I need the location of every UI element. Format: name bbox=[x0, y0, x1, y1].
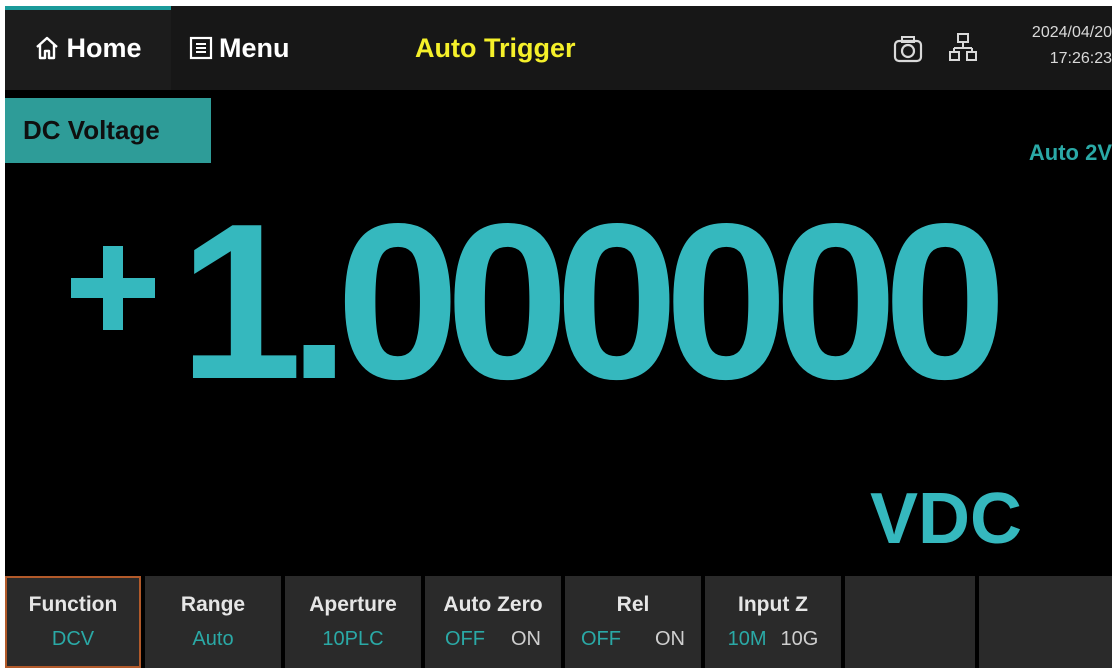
network-icon bbox=[949, 33, 977, 61]
reading-value: 1.000000 bbox=[179, 178, 1007, 426]
softkey-function[interactable]: Function DCV bbox=[5, 576, 141, 668]
home-label: Home bbox=[66, 32, 142, 63]
softkey-rel[interactable]: Rel OFF ON bbox=[565, 576, 701, 668]
softkey-label: Auto Zero bbox=[443, 593, 543, 616]
reading-sign bbox=[63, 238, 163, 338]
softkey-label: Rel bbox=[616, 593, 650, 616]
option-off: OFF bbox=[445, 628, 485, 650]
time-text: 17:26:23 bbox=[1049, 50, 1112, 67]
trigger-mode[interactable]: Auto Trigger bbox=[415, 6, 576, 90]
date-text: 2024/04/20 bbox=[1031, 24, 1112, 41]
option-off: OFF bbox=[581, 628, 621, 650]
unit-label: VDC bbox=[869, 479, 1022, 559]
datetime: 2024/04/20 17:26:23 bbox=[990, 20, 1112, 80]
softkey-range[interactable]: Range Auto bbox=[145, 576, 281, 668]
softkey-label: Aperture bbox=[309, 593, 397, 616]
softkey-auto-zero[interactable]: Auto Zero OFF ON bbox=[425, 576, 561, 668]
softkey-label: Range bbox=[180, 593, 246, 616]
softkey-input-z[interactable]: Input Z 10M 10G bbox=[705, 576, 841, 668]
softkey-empty-2[interactable] bbox=[979, 576, 1112, 668]
camera-icon[interactable] bbox=[893, 34, 923, 64]
top-bar: Home Menu Auto Trigger 2024/04/20 17:26:… bbox=[5, 6, 1112, 90]
option-10m: 10M bbox=[727, 628, 767, 650]
softkey-label: Input Z bbox=[738, 593, 808, 616]
home-icon bbox=[36, 36, 59, 60]
softkey-value: DCV bbox=[51, 628, 95, 650]
home-button[interactable]: Home bbox=[5, 6, 171, 90]
dmm-screen: Home Menu Auto Trigger 2024/04/20 17:26:… bbox=[5, 6, 1112, 668]
option-on: ON bbox=[511, 628, 541, 650]
menu-label: Menu bbox=[219, 32, 290, 63]
menu-button[interactable]: Menu bbox=[189, 6, 329, 90]
softkey-empty-1[interactable] bbox=[845, 576, 975, 668]
function-badge: DC Voltage bbox=[5, 98, 211, 163]
softkey-bar: Function DCV Range Auto Aperture 10PLC A… bbox=[5, 576, 1112, 668]
menu-icon bbox=[189, 36, 213, 60]
softkey-label: Function bbox=[28, 593, 118, 616]
softkey-value: Auto bbox=[192, 628, 234, 650]
option-10g: 10G bbox=[780, 628, 819, 650]
softkey-aperture[interactable]: Aperture 10PLC bbox=[285, 576, 421, 668]
range-indicator: Auto 2V bbox=[1028, 140, 1112, 165]
option-on: ON bbox=[655, 628, 685, 650]
softkey-value: 10PLC bbox=[322, 628, 384, 650]
